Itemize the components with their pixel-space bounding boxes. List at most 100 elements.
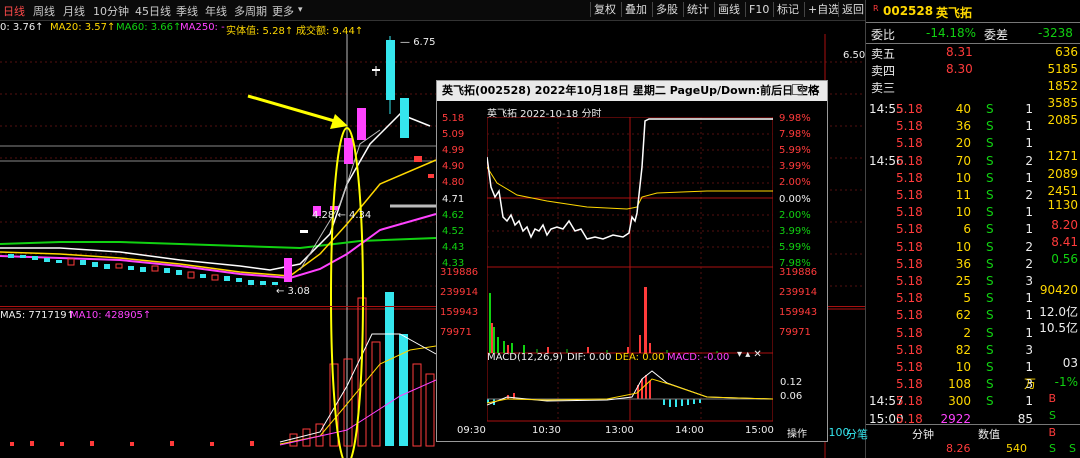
tick-side: S bbox=[986, 291, 994, 306]
dropdown-icon[interactable]: ▾ bbox=[298, 5, 303, 15]
macd-tick-1: 0.06 bbox=[780, 391, 803, 402]
tick-side: S bbox=[986, 222, 994, 237]
tab-minute[interactable]: 分钟 bbox=[912, 426, 934, 442]
macd-arrows-icon[interactable]: ▾ ▴ ✕ bbox=[737, 349, 762, 360]
tick-side: S bbox=[986, 102, 994, 116]
time-1400: 14:00 bbox=[675, 425, 704, 436]
tick-volume: 11 bbox=[955, 188, 971, 202]
tick-volume: 20 bbox=[955, 136, 971, 151]
overlay-button[interactable]: 叠加 bbox=[621, 2, 650, 17]
tick-volume: 10 bbox=[955, 205, 971, 220]
tick-count: 1 bbox=[1025, 325, 1033, 340]
price-high-label: — 6.75 bbox=[400, 37, 436, 48]
price-label: 5.09 bbox=[442, 129, 465, 141]
bs-badge-2: B bbox=[1048, 426, 1056, 439]
tab-10min[interactable]: 10分钟 bbox=[93, 3, 129, 19]
right-col-0: 1852 bbox=[1047, 79, 1078, 93]
price-label: 4.99 bbox=[442, 145, 465, 157]
tick-volume: 108 bbox=[948, 377, 971, 392]
tick-volume: 62 bbox=[955, 308, 971, 323]
pct-label: 0.00% bbox=[779, 193, 811, 205]
ask5-label: 卖五 bbox=[871, 47, 896, 61]
right-col-11: 12.0亿 bbox=[1039, 305, 1078, 319]
tick-price: 5.18 bbox=[896, 136, 923, 151]
vol-label: 239914 bbox=[440, 287, 479, 298]
price-high-value: 6.75 bbox=[413, 37, 436, 48]
tab-daily[interactable]: 日线 bbox=[3, 3, 25, 19]
vol-ma5-value: MA5: 771719↑ bbox=[0, 310, 75, 321]
bottom-volume: 540 bbox=[1006, 442, 1027, 455]
price-label: 4.80 bbox=[442, 177, 465, 189]
right-col-1: 3585 bbox=[1047, 96, 1078, 110]
price-label: 4.90 bbox=[442, 161, 465, 173]
tick-volume: 82 bbox=[955, 342, 971, 357]
intraday-popup[interactable]: 英飞拓(002528) 2022年10月18日 星期二 PageUp/Down:… bbox=[436, 80, 828, 442]
vol-label: 319886 bbox=[440, 267, 479, 278]
ask5-volume: 636 bbox=[1055, 45, 1078, 59]
tick-volume: 10 bbox=[955, 170, 971, 185]
tab-tick[interactable]: 分笔 bbox=[846, 426, 868, 442]
weibi-label: 委比 bbox=[871, 28, 896, 42]
back-button[interactable]: 返回 bbox=[838, 2, 867, 17]
intraday-chart[interactable] bbox=[487, 117, 773, 422]
time-0930: 09:30 bbox=[457, 425, 486, 436]
fuquan-button[interactable]: 复权 bbox=[590, 2, 619, 17]
add-watchlist-button[interactable]: +自选 bbox=[804, 2, 842, 17]
tick-count: 2 bbox=[1025, 239, 1033, 254]
tab-yearly[interactable]: 年线 bbox=[205, 3, 227, 19]
tick-side: S bbox=[986, 205, 994, 220]
tick-count: 1 bbox=[1025, 308, 1033, 323]
macd-dea: DEA: 0.00 bbox=[615, 352, 665, 363]
close-icon[interactable]: ✕ bbox=[810, 81, 821, 101]
tick-count: 1 bbox=[1025, 119, 1033, 134]
tick-price: 5.18 bbox=[896, 394, 923, 409]
tick-count: 2 bbox=[1025, 188, 1033, 202]
tick-side: S bbox=[986, 360, 994, 374]
multi-stock-button[interactable]: 多股 bbox=[652, 2, 681, 17]
tab-more[interactable]: 更多 bbox=[272, 3, 294, 19]
bs-badge-3: S bbox=[1049, 442, 1056, 455]
pct-label: 9.98% bbox=[779, 113, 811, 124]
popup-title-bar[interactable]: 英飞拓(002528) 2022年10月18日 星期二 PageUp/Down:… bbox=[437, 81, 827, 117]
ma20-value: MA20: 3.57↑ bbox=[50, 22, 116, 33]
tick-count: 3 bbox=[1025, 274, 1033, 288]
mid-price-label: 4.28 ← 4.34 bbox=[312, 210, 372, 221]
macd-value: MACD: -0.00 bbox=[667, 352, 730, 363]
right-col-6: 1130 bbox=[1047, 198, 1078, 212]
mark-button[interactable]: 标记 bbox=[773, 2, 802, 17]
tick-side: S bbox=[986, 119, 994, 134]
tick-price: 5.18 bbox=[896, 119, 923, 134]
stats-button[interactable]: 统计 bbox=[683, 2, 712, 17]
tick-price: 5.18 bbox=[896, 325, 923, 340]
weicha-value: -3238 bbox=[1038, 26, 1073, 40]
pct-label: 3.99% bbox=[779, 225, 811, 237]
vol-label: 159943 bbox=[440, 307, 479, 318]
tick-count: 1 bbox=[1025, 136, 1033, 151]
ask5-price: 8.31 bbox=[946, 45, 973, 59]
weibi-value: -14.18% bbox=[926, 26, 977, 40]
right-col-10: 90420 bbox=[1039, 283, 1078, 297]
macd-tick-0: 0.12 bbox=[780, 377, 803, 388]
tick-side: S bbox=[986, 308, 994, 323]
tab-quarterly[interactable]: 季线 bbox=[176, 3, 198, 19]
tick-price: 5.18 bbox=[896, 377, 923, 392]
time-1030: 10:30 bbox=[532, 425, 561, 436]
tick-volume: 25 bbox=[955, 274, 971, 288]
tick-side: S bbox=[986, 256, 994, 271]
tick-price: 5.18 bbox=[896, 188, 923, 202]
operate-button[interactable]: 操作 bbox=[787, 425, 807, 440]
tick-price: 5.18 bbox=[896, 239, 923, 254]
maximize-icon[interactable] bbox=[792, 84, 803, 95]
tab-45day[interactable]: 45日线 bbox=[135, 3, 171, 19]
bs-badge-1: S bbox=[1049, 409, 1056, 422]
tab-monthly[interactable]: 月线 bbox=[63, 3, 85, 19]
tab-multi-period[interactable]: 多周期 bbox=[234, 3, 267, 19]
tab-values[interactable]: 数值 bbox=[978, 426, 1000, 442]
tick-volume: 70 bbox=[955, 153, 971, 168]
draw-line-button[interactable]: 画线 bbox=[714, 2, 743, 17]
pct-label: 3.99% bbox=[779, 161, 811, 173]
f10-button[interactable]: F10 bbox=[745, 2, 772, 17]
tick-count: 3 bbox=[1025, 342, 1033, 357]
pct-label: 5.99% bbox=[779, 145, 811, 157]
tab-weekly[interactable]: 周线 bbox=[33, 3, 55, 19]
